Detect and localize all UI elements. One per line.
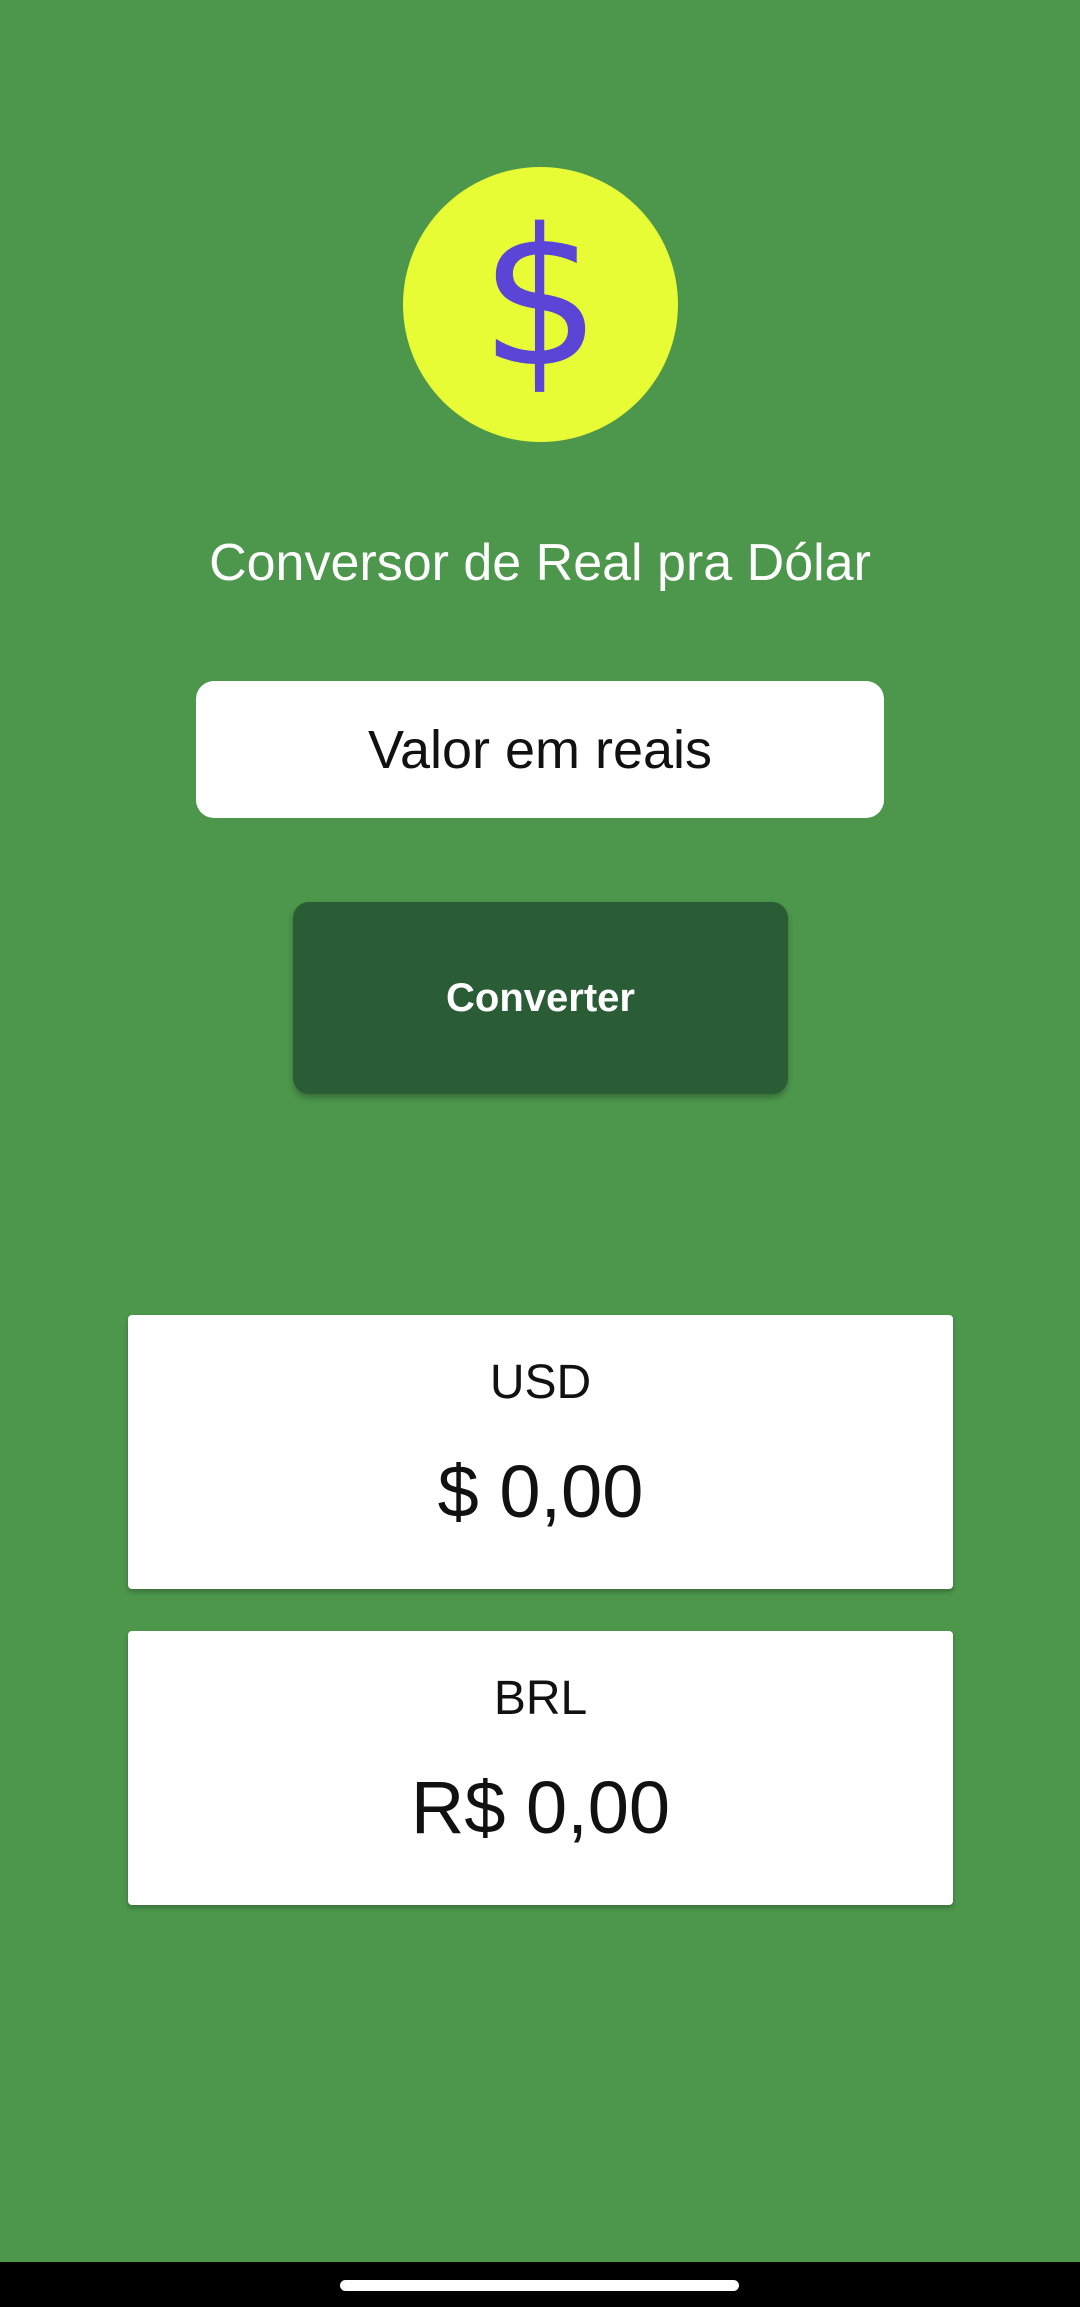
- usd-result-card: USD $ 0,00: [128, 1315, 953, 1589]
- home-gesture-handle[interactable]: [340, 2280, 739, 2291]
- convert-button[interactable]: Converter: [293, 902, 788, 1094]
- dollar-logo-icon: $: [403, 167, 678, 442]
- dollar-symbol: $: [480, 187, 601, 409]
- reais-value-input[interactable]: [196, 681, 884, 818]
- usd-amount: $ 0,00: [437, 1450, 644, 1533]
- brl-currency-label: BRL: [493, 1672, 588, 1725]
- usd-currency-label: USD: [489, 1356, 592, 1409]
- brl-amount: R$ 0,00: [410, 1766, 671, 1849]
- page-title: Conversor de Real pra Dólar: [209, 534, 871, 592]
- brl-result-card: BRL R$ 0,00: [128, 1631, 953, 1905]
